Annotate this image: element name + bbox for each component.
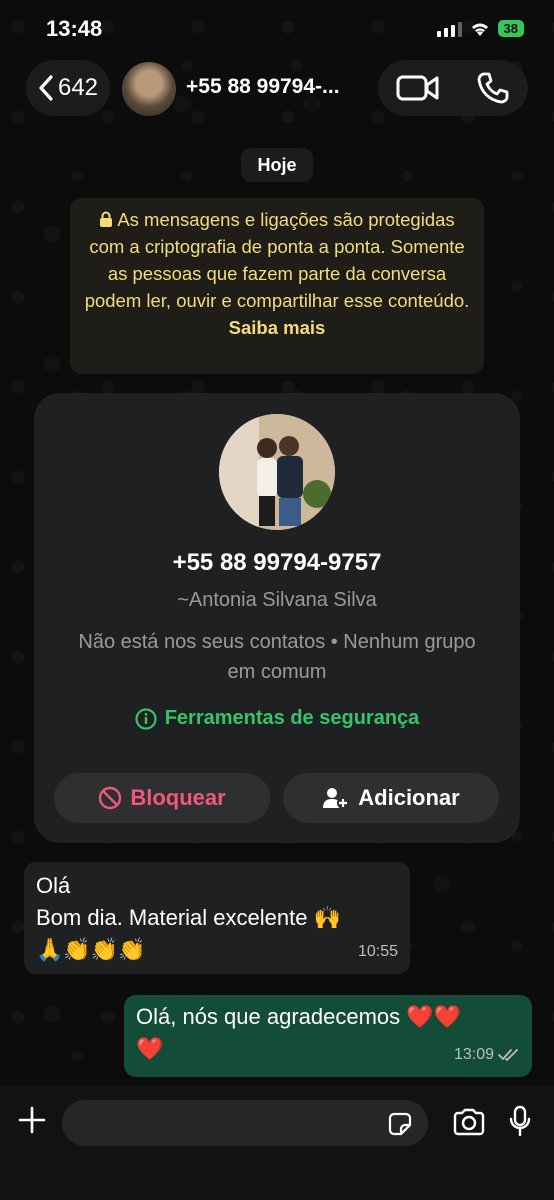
- message-text-line: Olá: [36, 873, 71, 898]
- contact-relationship-info: Não está nos seus contatos • Nenhum grup…: [78, 631, 476, 683]
- message-text-line: Olá, nós que agradecemos ❤️❤️: [136, 1004, 462, 1029]
- signal-icon: [436, 21, 462, 37]
- block-icon: [99, 786, 122, 810]
- safety-tools-label: Ferramentas de segurança: [164, 707, 420, 729]
- microphone-icon[interactable]: [508, 1105, 532, 1137]
- add-person-icon: [323, 788, 350, 809]
- chevron-left-icon: [39, 75, 53, 101]
- message-text-line: 🙏👏👏👏: [36, 937, 146, 962]
- message-input[interactable]: [62, 1100, 428, 1146]
- video-camera-icon[interactable]: [396, 73, 440, 103]
- info-icon: [135, 707, 157, 730]
- unread-count: 642: [57, 74, 99, 101]
- block-button[interactable]: Bloquear: [54, 773, 270, 823]
- block-label: Bloquear: [130, 785, 226, 810]
- learn-more-link[interactable]: Saiba mais: [229, 317, 326, 338]
- plus-icon[interactable]: [18, 1106, 46, 1134]
- contact-phone-number: +55 88 99794-9757: [172, 549, 382, 576]
- message-text-line: Bom dia. Material excelente 🙌: [36, 905, 341, 930]
- contact-title[interactable]: +55 88 99794-...: [186, 75, 340, 99]
- safety-tools-link[interactable]: Ferramentas de segurança: [34, 707, 520, 730]
- lock-icon: [100, 211, 113, 227]
- message-time: 13:09: [454, 1039, 520, 1071]
- day-separator: Hoje: [241, 148, 313, 182]
- add-contact-button[interactable]: Adicionar: [283, 773, 499, 823]
- composer-bar: [0, 1086, 554, 1200]
- contact-avatar[interactable]: [122, 62, 176, 116]
- phone-icon[interactable]: [476, 71, 510, 105]
- chat-header: 642 +55 88 99794-...: [0, 58, 554, 120]
- double-check-icon: [498, 1049, 518, 1062]
- outgoing-message[interactable]: Olá, nós que agradecemos ❤️❤️ ❤️ 13:09: [124, 995, 532, 1077]
- status-indicators: 38: [436, 20, 524, 37]
- battery-indicator: 38: [497, 20, 524, 37]
- status-time: 13:48: [46, 16, 103, 41]
- back-button[interactable]: 642: [26, 60, 110, 116]
- message-time: 10:55: [357, 943, 398, 960]
- wifi-icon: [471, 23, 488, 36]
- contact-info-card: +55 88 99794-9757 ~Antonia Silvana Silva…: [34, 393, 520, 843]
- encryption-notice-text: As mensagens e ligações são protegidas c…: [84, 209, 470, 311]
- contact-profile-photo[interactable]: [219, 414, 335, 530]
- encryption-notice[interactable]: As mensagens e ligações são protegidas c…: [70, 198, 484, 374]
- incoming-message[interactable]: Olá Bom dia. Material excelente 🙌 🙏👏👏👏 1…: [24, 862, 410, 974]
- contact-push-name: ~Antonia Silvana Silva: [177, 589, 377, 611]
- call-actions: [378, 60, 528, 116]
- add-label: Adicionar: [358, 785, 460, 810]
- camera-icon[interactable]: [452, 1108, 486, 1136]
- status-bar: 13:48 38: [0, 0, 554, 56]
- sticker-icon[interactable]: [388, 1112, 412, 1136]
